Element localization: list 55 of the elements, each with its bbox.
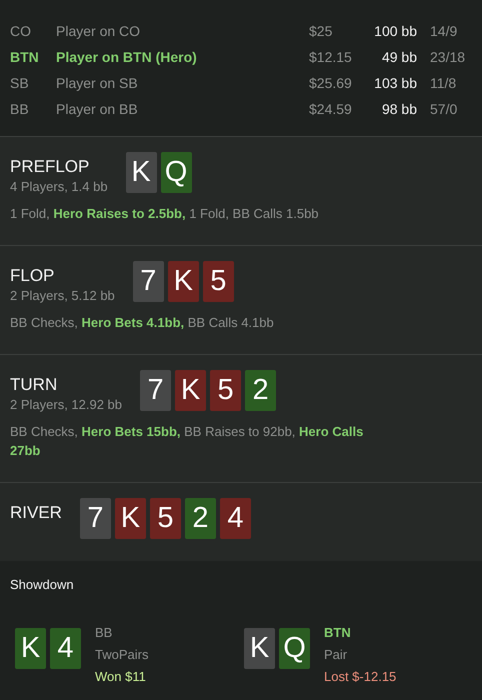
playing-card: Q: [160, 152, 192, 193]
action-text: 1 Fold, Hero Raises to 2.5bb, 1 Fold, BB Calls 1.5bb: [10, 205, 320, 223]
seat-position: BTN: [10, 49, 40, 65]
playing-card: 4: [50, 628, 81, 669]
playing-card: 2: [245, 370, 276, 411]
seat-position: SB: [10, 75, 30, 91]
hand-rank: TwoPairs: [95, 646, 148, 664]
stack-bb: 98 bb: [380, 101, 417, 117]
player-stats: 57/0: [429, 101, 458, 117]
playing-card: Q: [279, 628, 310, 669]
playing-card: 7: [132, 261, 164, 302]
player-name: Player on SB: [56, 75, 139, 91]
playing-card: K: [114, 498, 146, 539]
stack-bb: 103 bb: [373, 75, 417, 91]
seat-position: BB: [95, 624, 114, 642]
playing-card: 2: [184, 498, 216, 539]
player-name: Player on BTN (Hero): [56, 49, 198, 65]
playing-card: 5: [150, 498, 181, 539]
playing-card: 4: [220, 498, 251, 539]
street-title: TURN: [10, 375, 58, 395]
street-summary: 4 Players, 1.4 bb: [10, 179, 108, 194]
playing-card: 7: [80, 498, 111, 539]
playing-card: K: [244, 628, 275, 669]
stack-amount: $25: [309, 23, 334, 39]
player-stats: 23/18: [429, 49, 466, 65]
street-title: PREFLOP: [10, 157, 90, 177]
result-amount: Lost $-12.15: [324, 668, 396, 686]
playing-card: K: [15, 628, 46, 669]
stack-bb: 100 bb: [373, 23, 417, 39]
playing-card: K: [175, 370, 206, 411]
playing-card: K: [168, 261, 199, 302]
stack-amount: $12.15: [309, 49, 353, 65]
player-name: Player on CO: [56, 23, 142, 39]
seat-position: CO: [10, 23, 32, 39]
street-summary: 2 Players, 12.92 bb: [10, 397, 122, 412]
street-summary: 2 Players, 5.12 bb: [10, 288, 115, 303]
street-title: RIVER: [10, 503, 62, 523]
playing-card: 7: [140, 370, 172, 411]
playing-card: K: [126, 152, 157, 193]
stack-amount: $24.59: [309, 101, 353, 117]
hand-rank: Pair: [324, 646, 348, 664]
seat-position: BTN: [324, 624, 352, 642]
action-text: BB Checks, Hero Bets 4.1bb, BB Calls 4.1bb: [10, 314, 275, 332]
player-name: Player on BB: [56, 101, 139, 117]
playing-card: 5: [202, 261, 234, 302]
playing-card: 5: [210, 370, 242, 411]
player-stats: 11/8: [429, 75, 458, 91]
player-stats: 14/9: [429, 23, 458, 39]
street-title: FLOP: [10, 266, 56, 286]
stack-bb: 49 bb: [380, 49, 417, 65]
seat-position: BB: [10, 101, 30, 117]
result-amount: Won $11: [95, 668, 147, 686]
stack-amount: $25.69: [309, 75, 353, 91]
showdown-title: Showdown: [10, 577, 75, 592]
action-text: BB Checks, Hero Bets 15bb, BB Raises to 92bb, Hero Calls 27bb: [10, 423, 364, 460]
